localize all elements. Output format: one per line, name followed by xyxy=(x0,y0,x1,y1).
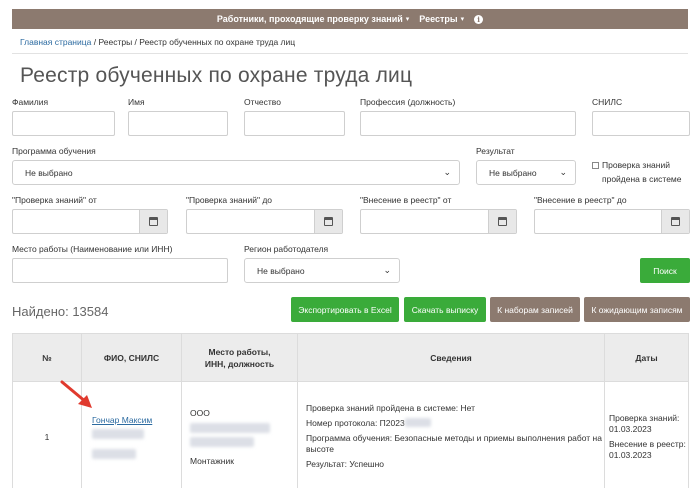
export-excel-button[interactable]: Экспортировать в Excel xyxy=(291,297,399,322)
divider xyxy=(12,53,688,54)
name-label: Имя xyxy=(128,97,145,107)
breadcrumb-home-link[interactable]: Главная страница xyxy=(20,37,91,47)
result-select-value: Не выбрано xyxy=(489,167,537,178)
workplace-cell: ООО Монтажник xyxy=(181,381,298,488)
check-in-system-checkbox[interactable] xyxy=(592,162,599,169)
registry-date-value: 01.03.2023 xyxy=(609,449,652,460)
org-name: ООО xyxy=(190,407,210,418)
calendar-button[interactable] xyxy=(661,210,689,233)
person-name-link[interactable]: Гончар Максим xyxy=(92,415,152,425)
column-header-number: № xyxy=(12,333,82,382)
program-select[interactable]: Не выбрано ⌄ xyxy=(12,160,460,185)
chevron-down-icon: ⌄ xyxy=(383,265,391,275)
patronymic-label: Отчество xyxy=(244,97,281,107)
info-line: Результат: Успешно xyxy=(306,459,385,469)
nav-item-workers[interactable]: Работники, проходящие проверку знаний ▾ xyxy=(217,14,409,24)
reg-from-label: "Внесение в реестр" от xyxy=(360,195,452,205)
result-select[interactable]: Не выбрано ⌄ xyxy=(476,160,576,185)
column-header-person: ФИО, СНИЛС xyxy=(81,333,182,382)
patronymic-input[interactable] xyxy=(244,111,345,136)
caret-down-icon: ▾ xyxy=(405,16,410,23)
redacted-org xyxy=(190,422,270,433)
snils-label: СНИЛС xyxy=(592,97,623,107)
surname-label: Фамилия xyxy=(12,97,49,107)
check-in-system-checkbox-wrap[interactable]: Проверка знаний пройдена в системе xyxy=(592,158,694,186)
check-from-label: "Проверка знаний" от xyxy=(12,195,97,205)
breadcrumb: Главная страница / Реестры / Реестр обуч… xyxy=(20,37,295,47)
caret-down-icon: ▾ xyxy=(460,16,465,23)
column-header-info: Сведения xyxy=(297,333,605,382)
snils-input[interactable] xyxy=(592,111,690,136)
table-header-row: № ФИО, СНИЛС Место работы, ИНН, должност… xyxy=(12,333,689,382)
region-select-value: Не выбрано xyxy=(257,265,305,276)
info-line: Проверка знаний пройдена в системе: Нет xyxy=(306,403,475,413)
red-arrow-annotation-icon xyxy=(60,380,92,408)
person-cell: Гончар Максим xyxy=(81,381,182,488)
nav-item-workers-label: Работники, проходящие проверку знаний xyxy=(216,14,403,24)
dates-cell: Проверка знаний: 01.03.2023 Внесение в ре… xyxy=(604,381,689,488)
check-date-label: Проверка знаний: xyxy=(609,412,680,423)
download-extract-button[interactable]: Скачать выписку xyxy=(404,297,486,322)
calendar-icon xyxy=(149,217,158,226)
calendar-icon xyxy=(671,217,680,226)
workplace-input[interactable] xyxy=(12,258,228,283)
check-date-value: 01.03.2023 xyxy=(609,423,652,434)
pending-records-button[interactable]: К ожидающим записям xyxy=(584,297,690,322)
calendar-icon xyxy=(324,217,333,226)
calendar-button[interactable] xyxy=(139,210,167,233)
surname-input[interactable] xyxy=(12,111,115,136)
info-line: Номер протокола: П2023 xyxy=(306,418,604,429)
table-row: 1 Гончар Максим ООО Монтажник Проверка з… xyxy=(12,381,689,488)
column-header-workplace-label: Место работы, ИНН, должность xyxy=(204,346,275,369)
redacted-protocol xyxy=(404,418,431,427)
redacted-snils xyxy=(92,448,136,459)
reg-from-input[interactable] xyxy=(360,209,517,234)
search-button[interactable]: Поиск xyxy=(640,258,690,283)
check-from-input[interactable] xyxy=(12,209,168,234)
record-sets-button[interactable]: К наборам записей xyxy=(490,297,580,322)
chevron-down-icon: ⌄ xyxy=(559,167,567,177)
page-title: Реестр обученных по охране труда лиц xyxy=(20,64,413,87)
info-line: Программа обучения: Безопасные методы и … xyxy=(306,433,602,454)
program-label: Программа обучения xyxy=(12,146,96,156)
profession-label: Профессия (должность) xyxy=(360,97,456,107)
top-navigation: Работники, проходящие проверку знаний ▾ … xyxy=(0,0,700,32)
breadcrumb-registries[interactable]: Реестры xyxy=(98,37,132,47)
results-table: № ФИО, СНИЛС Место работы, ИНН, должност… xyxy=(12,333,689,488)
date-line: Внесение в реестр: 01.03.2023 xyxy=(609,439,688,461)
check-in-system-label: Проверка знаний пройдена в системе xyxy=(602,160,682,184)
check-to-input[interactable] xyxy=(186,209,343,234)
calendar-button[interactable] xyxy=(314,210,342,233)
calendar-icon xyxy=(498,217,507,226)
profession-input[interactable] xyxy=(360,111,576,136)
nav-bar: Работники, проходящие проверку знаний ▾ … xyxy=(12,9,688,29)
registry-date-label: Внесение в реестр: xyxy=(609,438,686,449)
position: Монтажник xyxy=(190,455,234,466)
chevron-down-icon: ⌄ xyxy=(443,167,451,177)
check-to-label: "Проверка знаний" до xyxy=(186,195,273,205)
redacted-snils xyxy=(92,428,144,439)
region-select[interactable]: Не выбрано ⌄ xyxy=(244,258,400,283)
region-label: Регион работодателя xyxy=(244,244,329,254)
protocol-number: Номер протокола: П2023 xyxy=(306,418,405,428)
date-line: Проверка знаний: 01.03.2023 xyxy=(609,413,688,435)
info-circle-icon[interactable]: i xyxy=(474,14,484,24)
nav-item-registries-label: Реестры xyxy=(419,14,458,24)
program-select-value: Не выбрано xyxy=(25,167,73,178)
column-header-dates: Даты xyxy=(604,333,689,382)
reg-to-input[interactable] xyxy=(534,209,690,234)
nav-item-registries[interactable]: Реестры ▾ xyxy=(419,14,464,24)
breadcrumb-current: Реестр обученных по охране труда лиц xyxy=(139,37,296,47)
column-header-workplace: Место работы, ИНН, должность xyxy=(181,333,298,382)
result-label: Результат xyxy=(476,146,515,156)
name-input[interactable] xyxy=(128,111,228,136)
redacted-inn xyxy=(190,436,254,447)
results-count: Найдено: 13584 xyxy=(12,304,109,319)
info-cell: Проверка знаний пройдена в системе: Нет … xyxy=(297,381,605,488)
workplace-label: Место работы (Наименование или ИНН) xyxy=(12,244,173,254)
reg-to-label: "Внесение в реестр" до xyxy=(534,195,627,205)
calendar-button[interactable] xyxy=(488,210,516,233)
